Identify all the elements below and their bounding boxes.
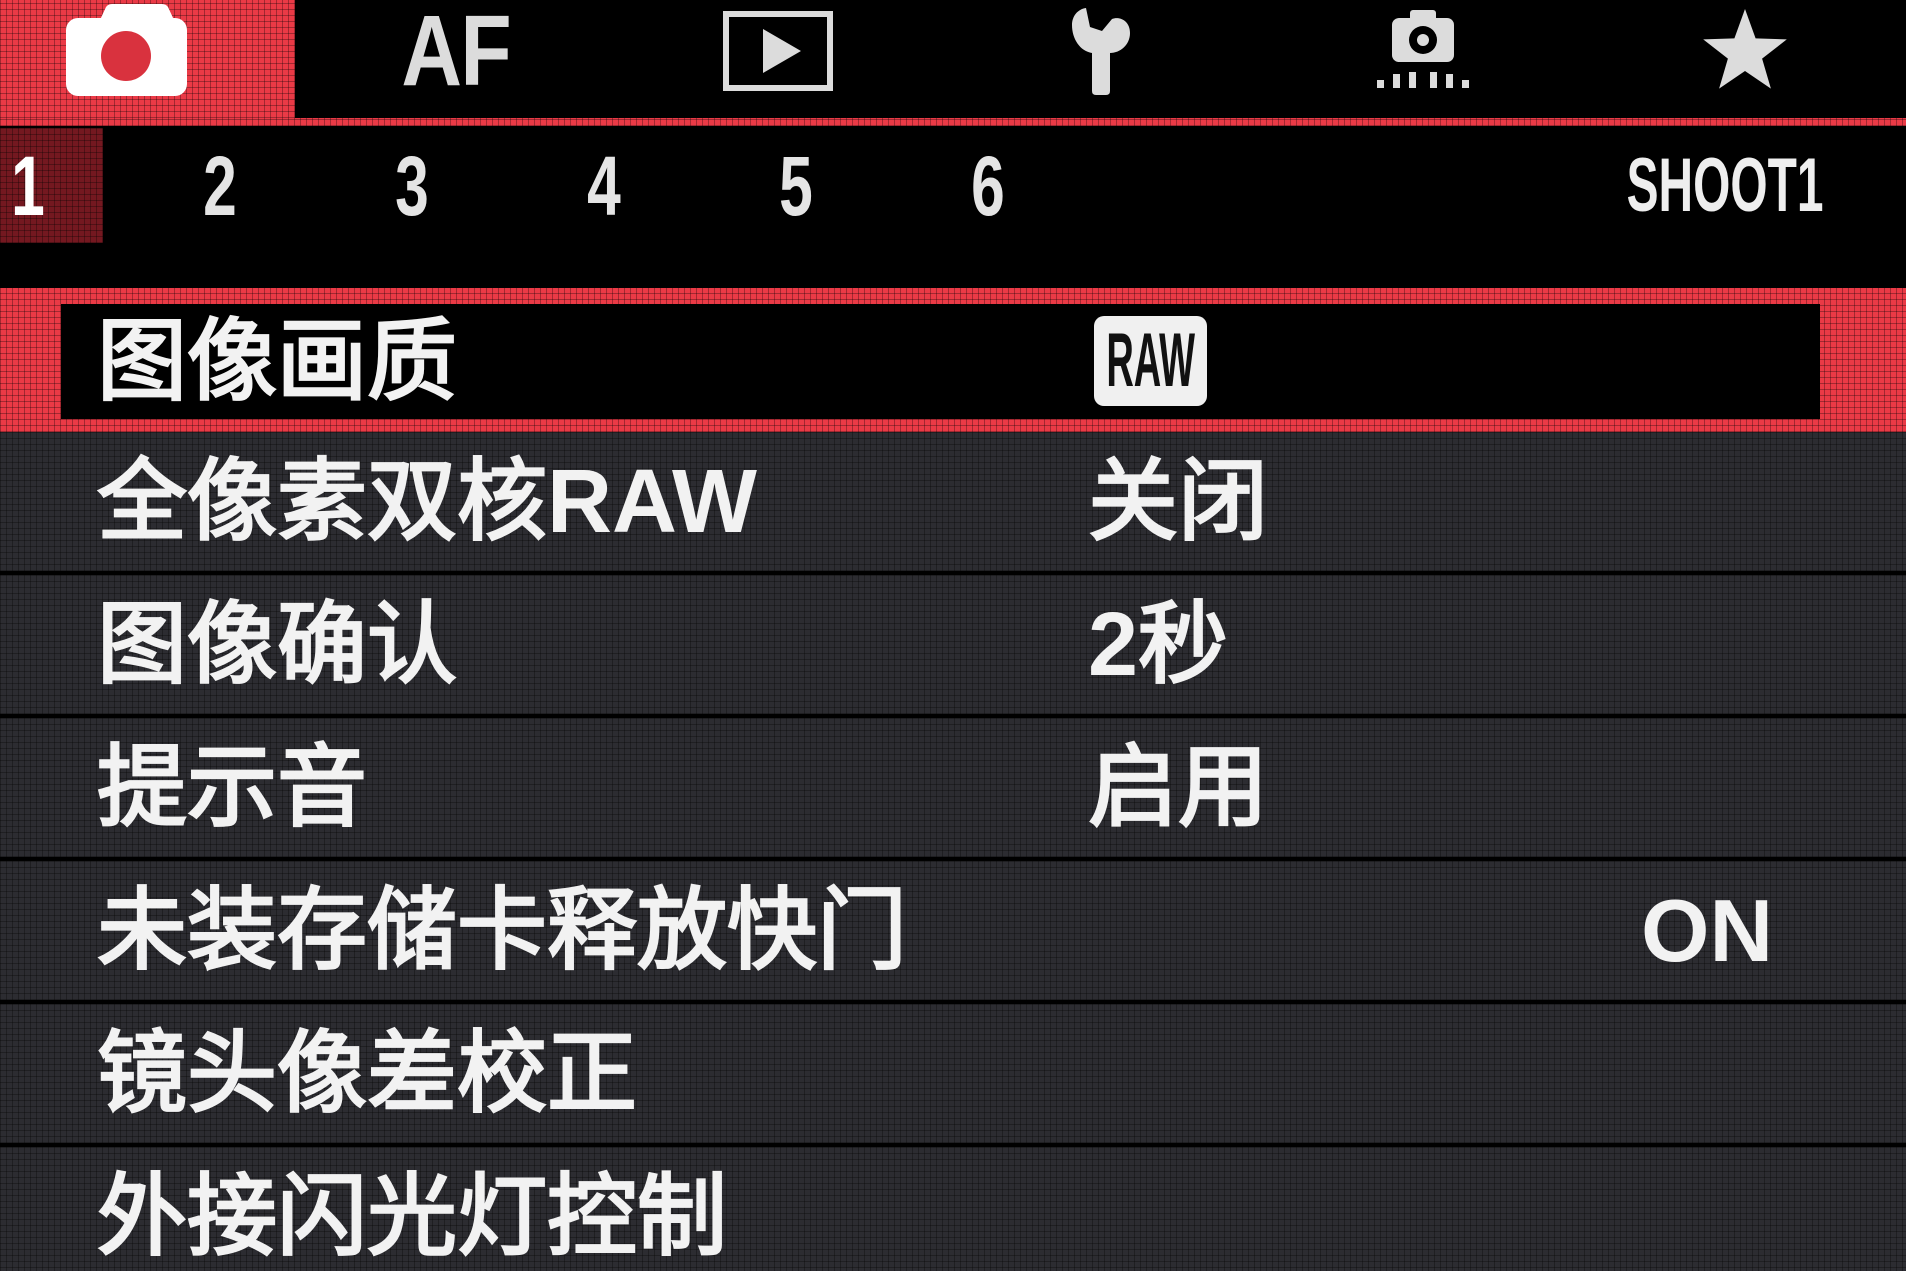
menu-item-label: 镜头像差校正	[97, 1023, 637, 1124]
menu-item-value: ON	[1641, 880, 1773, 980]
camera-icon	[66, 4, 187, 96]
tab-playback[interactable]	[617, 0, 939, 118]
playback-icon	[723, 11, 834, 91]
menu-item-lens-aberration-correction[interactable]: 镜头像差校正	[0, 1004, 1906, 1147]
custom-functions-icon	[1376, 10, 1469, 88]
af-label: AF	[401, 0, 512, 107]
menu-item-external-flash-control[interactable]: 外接闪光灯控制	[0, 1147, 1906, 1271]
menu-category-tabs: AF	[0, 0, 1906, 118]
tab-custom-functions[interactable]	[1262, 0, 1584, 118]
wrench-icon	[1071, 8, 1130, 95]
menu-item-value: 2秒	[1088, 594, 1229, 695]
menu-item-value: 关闭	[1088, 451, 1268, 552]
tab-af[interactable]: AF	[295, 0, 617, 118]
selection-cursor: 图像画质 RAW	[61, 304, 1820, 419]
menu-item-image-review[interactable]: 图像确认 2秒	[0, 575, 1906, 718]
menu-item-label: 未装存储卡释放快门	[97, 880, 907, 981]
raw-badge-text: RAW	[1106, 318, 1195, 403]
menu-item-label: 外接闪光灯控制	[97, 1166, 727, 1267]
menu-item-release-shutter-without-card[interactable]: 未装存储卡释放快门 ON	[0, 861, 1906, 1004]
tab-underline	[0, 118, 1906, 126]
menu-item-label: 图像确认	[97, 594, 457, 695]
page-tab-3[interactable]: 3	[392, 144, 432, 228]
page-tab-5[interactable]: 5	[776, 144, 816, 228]
tab-my-menu[interactable]	[1584, 0, 1906, 118]
tab-setup[interactable]	[939, 0, 1261, 118]
menu-item-beep[interactable]: 提示音 启用	[0, 718, 1906, 861]
page-tab-2[interactable]: 2	[200, 144, 240, 228]
menu-item-dual-pixel-raw[interactable]: 全像素双核RAW 关闭	[0, 432, 1906, 575]
page-tab-1[interactable]: 1	[8, 144, 48, 228]
star-icon	[1703, 9, 1787, 89]
menu-item-image-quality[interactable]: 图像画质 RAW	[0, 288, 1906, 432]
tab-shooting[interactable]	[0, 0, 295, 118]
menu-item-label: 图像画质	[97, 311, 457, 412]
page-name: SHOOT1	[1626, 143, 1823, 228]
page-tab-4[interactable]: 4	[584, 144, 624, 228]
menu-item-label: 全像素双核RAW	[97, 451, 757, 552]
page-tab-6[interactable]: 6	[968, 144, 1008, 228]
raw-badge: RAW	[1094, 316, 1207, 406]
menu-item-label: 提示音	[97, 737, 367, 838]
menu-item-value: 启用	[1088, 737, 1268, 838]
menu-list: 全像素双核RAW 关闭 图像确认 2秒 提示音 启用 未装存储卡释放快门 ON …	[0, 432, 1906, 1271]
